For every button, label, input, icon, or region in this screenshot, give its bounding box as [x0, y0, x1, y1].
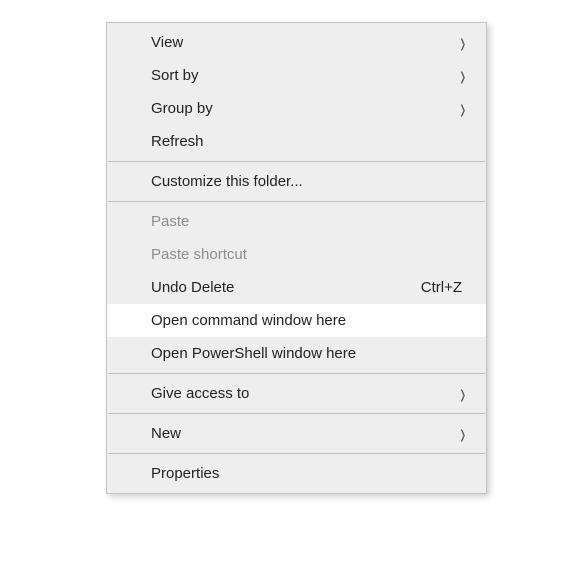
menu-item-label: Customize this folder... [151, 173, 472, 190]
menu-item-label: Open PowerShell window here [151, 345, 472, 362]
menu-item-refresh[interactable]: Refresh [107, 125, 486, 158]
context-menu: View › Sort by › Group by › Refresh Cust… [106, 22, 487, 494]
menu-item-paste-shortcut: Paste shortcut [107, 238, 486, 271]
menu-item-shortcut: Ctrl+Z [411, 279, 472, 296]
menu-separator [108, 453, 485, 454]
menu-item-view[interactable]: View › [107, 26, 486, 59]
menu-item-open-command-window[interactable]: Open command window here [107, 304, 486, 337]
menu-item-undo-delete[interactable]: Undo Delete Ctrl+Z [107, 271, 486, 304]
chevron-right-icon: › [461, 378, 466, 409]
menu-separator [108, 373, 485, 374]
menu-item-label: Undo Delete [151, 279, 411, 296]
menu-item-label: Paste [151, 213, 472, 230]
menu-item-paste: Paste [107, 205, 486, 238]
menu-separator [108, 161, 485, 162]
menu-item-group-by[interactable]: Group by › [107, 92, 486, 125]
menu-item-label: Give access to [151, 385, 472, 402]
menu-item-label: Properties [151, 465, 472, 482]
menu-separator [108, 201, 485, 202]
chevron-right-icon: › [461, 93, 466, 124]
menu-item-label: Group by [151, 100, 472, 117]
chevron-right-icon: › [461, 27, 466, 58]
menu-item-label: Paste shortcut [151, 246, 472, 263]
chevron-right-icon: › [461, 418, 466, 449]
menu-item-label: New [151, 425, 472, 442]
menu-item-give-access-to[interactable]: Give access to › [107, 377, 486, 410]
menu-item-label: Sort by [151, 67, 472, 84]
menu-item-customize-folder[interactable]: Customize this folder... [107, 165, 486, 198]
menu-item-label: Open command window here [151, 312, 472, 329]
menu-item-label: Refresh [151, 133, 472, 150]
menu-separator [108, 413, 485, 414]
menu-item-label: View [151, 34, 472, 51]
menu-item-new[interactable]: New › [107, 417, 486, 450]
chevron-right-icon: › [461, 60, 466, 91]
menu-item-properties[interactable]: Properties [107, 457, 486, 490]
menu-item-open-powershell-window[interactable]: Open PowerShell window here [107, 337, 486, 370]
menu-item-sort-by[interactable]: Sort by › [107, 59, 486, 92]
